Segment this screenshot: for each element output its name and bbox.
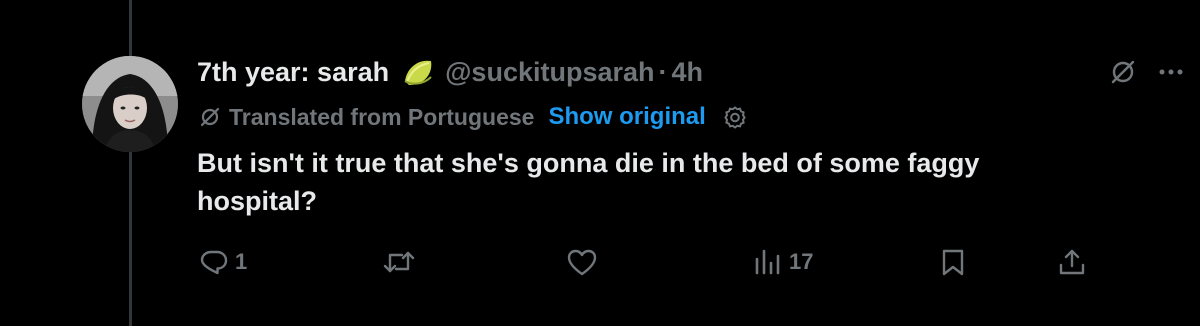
tweet-header: 7th year: sarah @suckitupsarah · 4h [197,52,703,92]
tweet-text: But isn't it true that she's gonna die i… [197,148,980,216]
reply-button[interactable]: 1 [199,242,247,282]
more-options-icon[interactable] [1158,68,1184,76]
user-handle[interactable]: @suckitupsarah [445,57,654,88]
retweet-icon [382,247,416,277]
translate-icon [199,106,221,128]
avatar-image [82,56,178,152]
views-button[interactable]: 17 [753,242,813,282]
heart-icon [566,247,598,277]
like-button[interactable] [566,242,604,282]
reply-count: 1 [235,249,248,274]
translation-note: Translated from Portuguese [229,103,535,130]
show-original-link[interactable]: Show original [548,103,705,131]
share-button[interactable] [1057,242,1087,282]
views-icon [753,247,783,277]
share-icon [1057,247,1087,277]
thread-line [129,0,132,326]
separator-dot: · [658,56,668,87]
display-name[interactable]: 7th year: sarah [197,57,389,88]
gear-icon[interactable] [722,104,748,130]
action-bar: 1 17 [199,242,1089,282]
avatar[interactable] [82,56,178,152]
tweet-top-actions [1110,52,1184,92]
bookmark-icon [939,247,967,277]
timestamp[interactable]: 4h [672,57,704,88]
bookmark-button[interactable] [939,242,967,282]
reply-icon [199,247,229,277]
translation-row: Translated from Portuguese Show original [199,100,748,134]
retweet-button[interactable] [382,242,422,282]
lime-icon [401,55,435,89]
views-count: 17 [789,249,814,274]
grok-icon[interactable] [1110,59,1136,85]
